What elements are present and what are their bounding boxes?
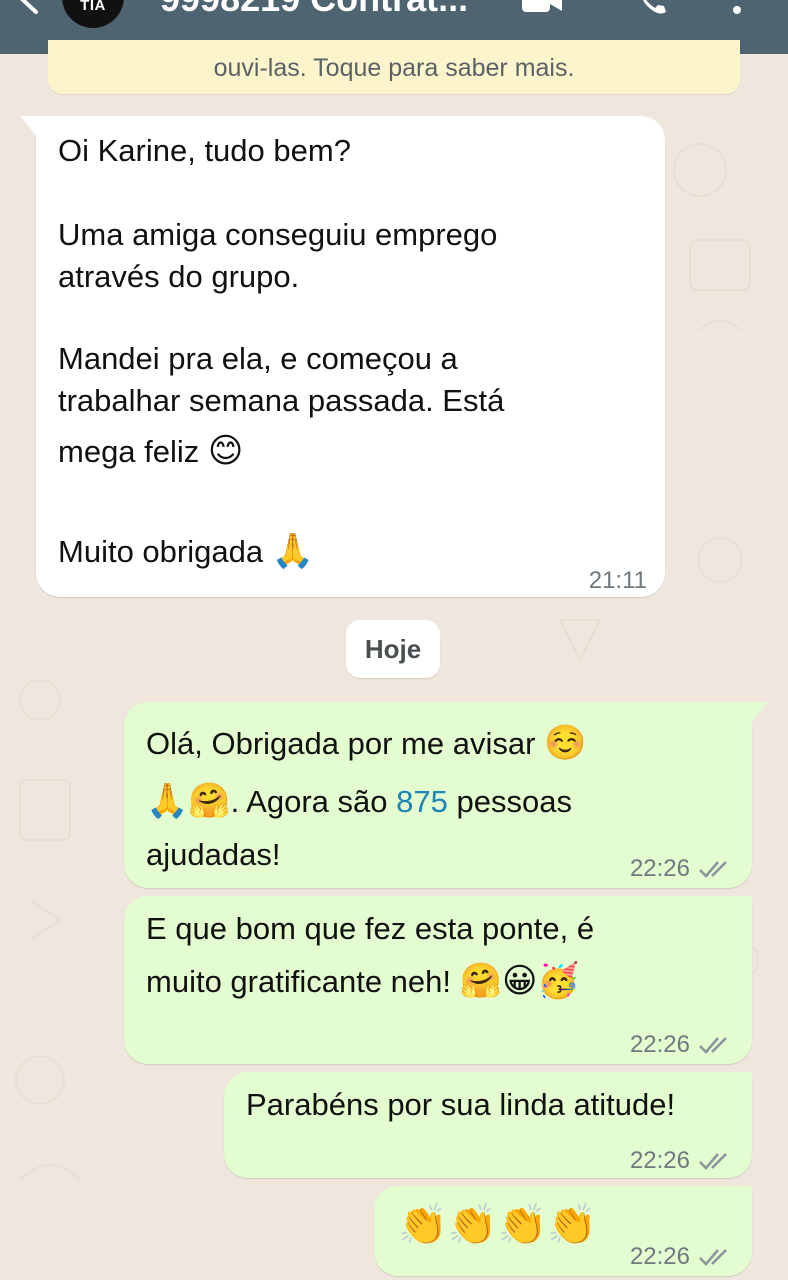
time-text: 22:26 <box>629 1147 690 1174</box>
message-line: 🙏🤗. Agora são 875 pessoas <box>146 780 572 823</box>
message-text: mega feliz <box>58 434 200 469</box>
message-time: 22:26 <box>630 848 734 890</box>
bubble-tail <box>20 116 38 138</box>
message-time: 22:26 <box>630 1024 734 1066</box>
message-text: Olá, Obrigada por me avisar <box>146 726 536 761</box>
outgoing-message[interactable]: 👏👏👏👏 22:26 <box>374 1186 752 1276</box>
double-check-icon <box>699 861 727 878</box>
message-line: muito gratificante neh! 🤗😀🥳 <box>146 960 580 1003</box>
time-text: 22:26 <box>629 1243 690 1270</box>
message-time: 22:26 <box>630 1140 734 1182</box>
message-line: Muito obrigada 🙏 <box>58 530 314 573</box>
message-text: . Agora são <box>230 784 388 819</box>
time-text: 22:26 <box>629 855 690 882</box>
message-time: 22:26 <box>630 1236 734 1278</box>
message-text: pessoas <box>456 784 572 819</box>
hug-grin-party-emoji-icon: 🤗😀🥳 <box>459 961 580 1001</box>
message-line: através do grupo. <box>58 259 300 294</box>
folded-hands-emoji-icon: 🙏 <box>271 531 315 571</box>
message-line: Parabéns por sua linda atitude! <box>246 1087 676 1122</box>
date-label: Hoje <box>364 633 422 664</box>
message-line: mega feliz 😊 <box>58 430 243 473</box>
message-line: Mandei pra ela, e começou a <box>58 341 458 376</box>
double-check-icon <box>699 1037 727 1054</box>
more-options-icon[interactable] <box>730 0 744 22</box>
bubble-tail <box>750 702 768 724</box>
encryption-notice[interactable]: ouvi-las. Toque para saber mais. <box>48 40 740 94</box>
outgoing-message[interactable]: Parabéns por sua linda atitude! 22:26 <box>224 1072 752 1178</box>
message-line: Oi Karine, tudo bem? <box>58 133 351 168</box>
avatar-text: TIA <box>80 0 106 14</box>
message-line: ajudadas! <box>146 837 281 872</box>
message-text: Muito obrigada <box>58 534 264 569</box>
outgoing-message[interactable]: Olá, Obrigada por me avisar ☺️ 🙏🤗. Agora… <box>124 702 768 890</box>
double-check-icon <box>699 1153 727 1170</box>
outgoing-message[interactable]: E que bom que fez esta ponte, é muito gr… <box>124 896 752 1064</box>
folded-hands-hugging-emoji-icon: 🙏🤗 <box>146 781 231 821</box>
phone-call-icon[interactable] <box>636 0 670 16</box>
message-time: 21:11 <box>589 560 647 602</box>
contact-name[interactable]: 9998219 Contrat... <box>160 0 468 20</box>
message-line: Uma amiga conseguiu emprego <box>58 217 498 252</box>
time-text: 21:11 <box>588 567 647 594</box>
clapping-hands-emoji-icon: 👏👏👏👏 <box>398 1202 598 1248</box>
contact-avatar[interactable]: TIA <box>62 0 124 28</box>
time-text: 22:26 <box>629 1031 690 1058</box>
message-line: E que bom que fez esta ponte, é <box>146 911 595 946</box>
smiling-face-emoji-icon: ☺️ <box>544 723 587 763</box>
message-text: muito gratificante neh! <box>146 964 452 999</box>
video-call-icon[interactable] <box>520 0 564 14</box>
message-line: Olá, Obrigada por me avisar ☺️ <box>146 722 586 765</box>
date-separator: Hoje <box>346 620 440 678</box>
number-link[interactable]: 875 <box>396 784 448 819</box>
message-line: trabalhar semana passada. Está <box>58 383 505 418</box>
double-check-icon <box>699 1249 727 1266</box>
incoming-message[interactable]: Oi Karine, tudo bem? Uma amiga conseguiu… <box>20 116 665 597</box>
back-arrow-icon[interactable] <box>14 0 48 16</box>
smiling-face-emoji-icon: 😊 <box>207 431 244 471</box>
notice-text: ouvi-las. Toque para saber mais. <box>213 54 575 82</box>
